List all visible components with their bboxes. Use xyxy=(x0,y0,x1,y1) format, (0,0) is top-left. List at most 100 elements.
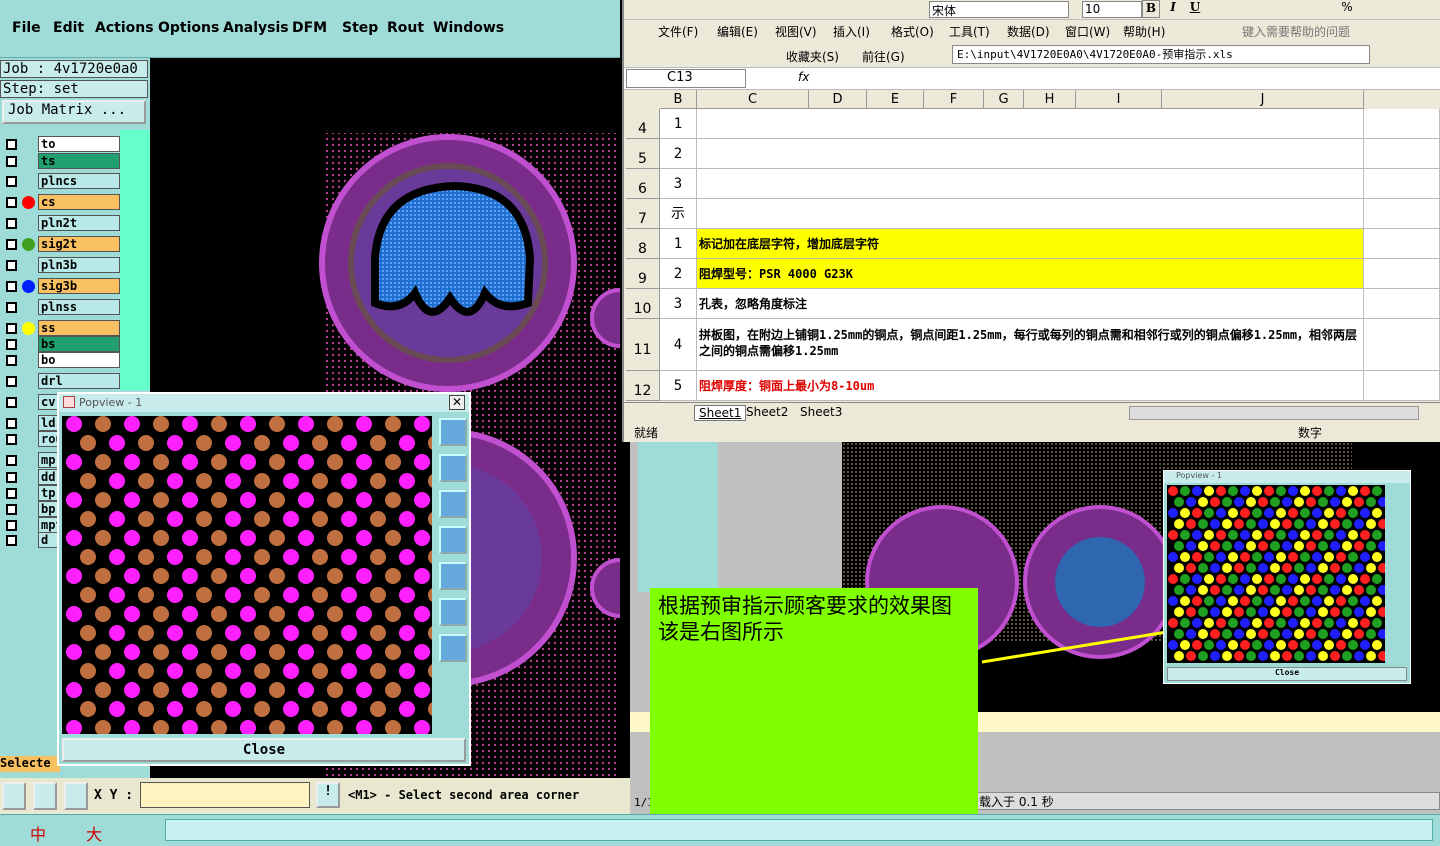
layer-checkbox[interactable] xyxy=(6,455,17,466)
layer-checkbox[interactable] xyxy=(6,434,17,445)
cell-b[interactable]: 2 xyxy=(660,259,697,289)
tab-sheet3[interactable]: Sheet3 xyxy=(800,405,842,419)
xl-menu-insert[interactable]: 插入(I) xyxy=(833,23,870,40)
pan-down-icon[interactable] xyxy=(439,490,467,518)
menu-rout[interactable]: Rout xyxy=(387,20,424,36)
column-header[interactable]: G xyxy=(984,90,1024,109)
layer-checkbox[interactable] xyxy=(6,472,17,483)
measure-tool-icon[interactable] xyxy=(33,782,57,810)
row-header[interactable]: 4 xyxy=(626,109,660,139)
zoom-out-icon[interactable] xyxy=(439,634,467,662)
font-size-select[interactable]: 10 xyxy=(1082,1,1142,18)
xl-menu-data[interactable]: 数据(D) xyxy=(1007,23,1050,40)
row-header[interactable]: 7 xyxy=(626,199,660,229)
cell-c[interactable]: 标记加在底层字符，增加底层字符 xyxy=(697,229,1364,259)
row-header[interactable]: 10 xyxy=(626,289,660,319)
popview-canvas[interactable] xyxy=(62,416,432,734)
layer-checkbox[interactable] xyxy=(6,504,17,515)
layer-checkbox[interactable] xyxy=(6,281,17,292)
row-header[interactable]: 11 xyxy=(626,319,660,371)
column-header[interactable]: D xyxy=(809,90,867,109)
popview2-close-button[interactable]: Close xyxy=(1167,667,1407,681)
layer-row-7[interactable]: sig3b xyxy=(2,278,120,295)
layer-checkbox[interactable] xyxy=(6,302,17,313)
menu-edit[interactable]: Edit xyxy=(53,20,84,36)
close-icon[interactable]: ✕ xyxy=(449,395,465,410)
row-header[interactable]: 6 xyxy=(626,169,660,199)
row-header[interactable]: 8 xyxy=(626,229,660,259)
underline-icon[interactable]: U xyxy=(1186,0,1204,18)
info-icon[interactable]: ! xyxy=(316,782,340,808)
ime-fullwidth[interactable]: 大 xyxy=(86,821,102,845)
cell-j[interactable] xyxy=(1364,139,1440,169)
layer-row-5[interactable]: sig2t xyxy=(2,236,120,253)
column-header[interactable]: B xyxy=(660,90,697,109)
cell-j[interactable] xyxy=(1364,371,1440,401)
layer-row-9[interactable]: ss xyxy=(2,320,120,337)
layer-row-2[interactable]: plncs xyxy=(2,173,120,190)
row-header[interactable]: 9 xyxy=(626,259,660,289)
row-header[interactable]: 5 xyxy=(626,139,660,169)
layer-row-3[interactable]: cs xyxy=(2,194,120,211)
menu-dfm[interactable]: DFM xyxy=(292,20,327,36)
layer-row-0[interactable]: to xyxy=(2,136,120,153)
fx-icon[interactable]: fx xyxy=(798,70,809,84)
layer-row-8[interactable]: plnss xyxy=(2,299,120,316)
layer-checkbox[interactable] xyxy=(6,339,17,350)
layer-checkbox[interactable] xyxy=(6,156,17,167)
zoom-home-icon[interactable] xyxy=(439,418,467,446)
ime-chinese[interactable]: 中 xyxy=(30,821,46,845)
layer-checkbox[interactable] xyxy=(6,397,17,408)
column-header[interactable]: J xyxy=(1162,90,1364,109)
cell-b[interactable]: 1 xyxy=(660,109,697,139)
cell-c[interactable]: 孔表，忽略角度标注 xyxy=(697,289,1364,319)
cell-j[interactable] xyxy=(1364,319,1440,371)
cell-c[interactable] xyxy=(697,139,1364,169)
layer-checkbox[interactable] xyxy=(6,418,17,429)
layer-checkbox[interactable] xyxy=(6,535,17,546)
layer-checkbox[interactable] xyxy=(6,260,17,271)
cell-j[interactable] xyxy=(1364,259,1440,289)
tab-sheet1[interactable]: Sheet1 xyxy=(694,405,747,421)
cell-b[interactable]: 3 xyxy=(660,169,697,199)
namebox[interactable]: C13 xyxy=(626,69,746,88)
percent-icon[interactable]: % xyxy=(1338,0,1356,18)
layer-checkbox[interactable] xyxy=(6,323,17,334)
row-header[interactable]: 12 xyxy=(626,371,660,401)
xl-menu-file[interactable]: 文件(F) xyxy=(658,23,698,40)
layer-checkbox[interactable] xyxy=(6,197,17,208)
cell-c[interactable] xyxy=(697,169,1364,199)
menu-file[interactable]: File xyxy=(12,20,41,36)
cell-b[interactable]: 5 xyxy=(660,371,697,401)
xl-menu-tools[interactable]: 工具(T) xyxy=(949,23,990,40)
layer-checkbox[interactable] xyxy=(6,139,17,150)
cell-j[interactable] xyxy=(1364,109,1440,139)
zoom-in-icon[interactable] xyxy=(439,598,467,626)
cell-b[interactable]: 示 xyxy=(660,199,697,229)
cell-j[interactable] xyxy=(1364,229,1440,259)
layer-checkbox[interactable] xyxy=(6,488,17,499)
xl-menu-view[interactable]: 视图(V) xyxy=(775,23,817,40)
xl-menu-edit[interactable]: 编辑(E) xyxy=(717,23,758,40)
cell-c[interactable]: 阻焊厚度：铜面上最小为8-10um xyxy=(697,371,1364,401)
cell-c[interactable]: 阻焊型号：PSR 4000 G23K xyxy=(697,259,1364,289)
column-header[interactable]: I xyxy=(1076,90,1162,109)
layer-row-12[interactable]: drl xyxy=(2,373,120,390)
column-header[interactable]: E xyxy=(867,90,924,109)
cell-c[interactable]: 拼板图，在附边上铺铜1.25mm的铜点，铜点间距1.25mm，每行或每列的铜点需… xyxy=(697,319,1364,371)
help-search-input[interactable]: 键入需要帮助的问题 xyxy=(1242,23,1350,40)
layer-checkbox[interactable] xyxy=(6,239,17,250)
layer-row-4[interactable]: pln2t xyxy=(2,215,120,232)
xl-menu-format[interactable]: 格式(O) xyxy=(891,23,934,40)
address-input[interactable]: E:\input\4V1720E0A0\4V1720E0A0-预审指示.xls xyxy=(952,45,1370,64)
cell-b[interactable]: 2 xyxy=(660,139,697,169)
layer-row-6[interactable]: pln3b xyxy=(2,257,120,274)
column-header[interactable]: H xyxy=(1024,90,1076,109)
font-name-select[interactable]: 宋体 xyxy=(929,1,1069,18)
job-matrix-button[interactable]: Job Matrix ... xyxy=(2,100,146,124)
xl-menu-window[interactable]: 窗口(W) xyxy=(1065,23,1110,40)
xl-menu-help[interactable]: 帮助(H) xyxy=(1123,23,1165,40)
italic-icon[interactable]: I xyxy=(1164,0,1182,18)
bold-icon[interactable]: B xyxy=(1142,0,1160,18)
cell-j[interactable] xyxy=(1364,289,1440,319)
